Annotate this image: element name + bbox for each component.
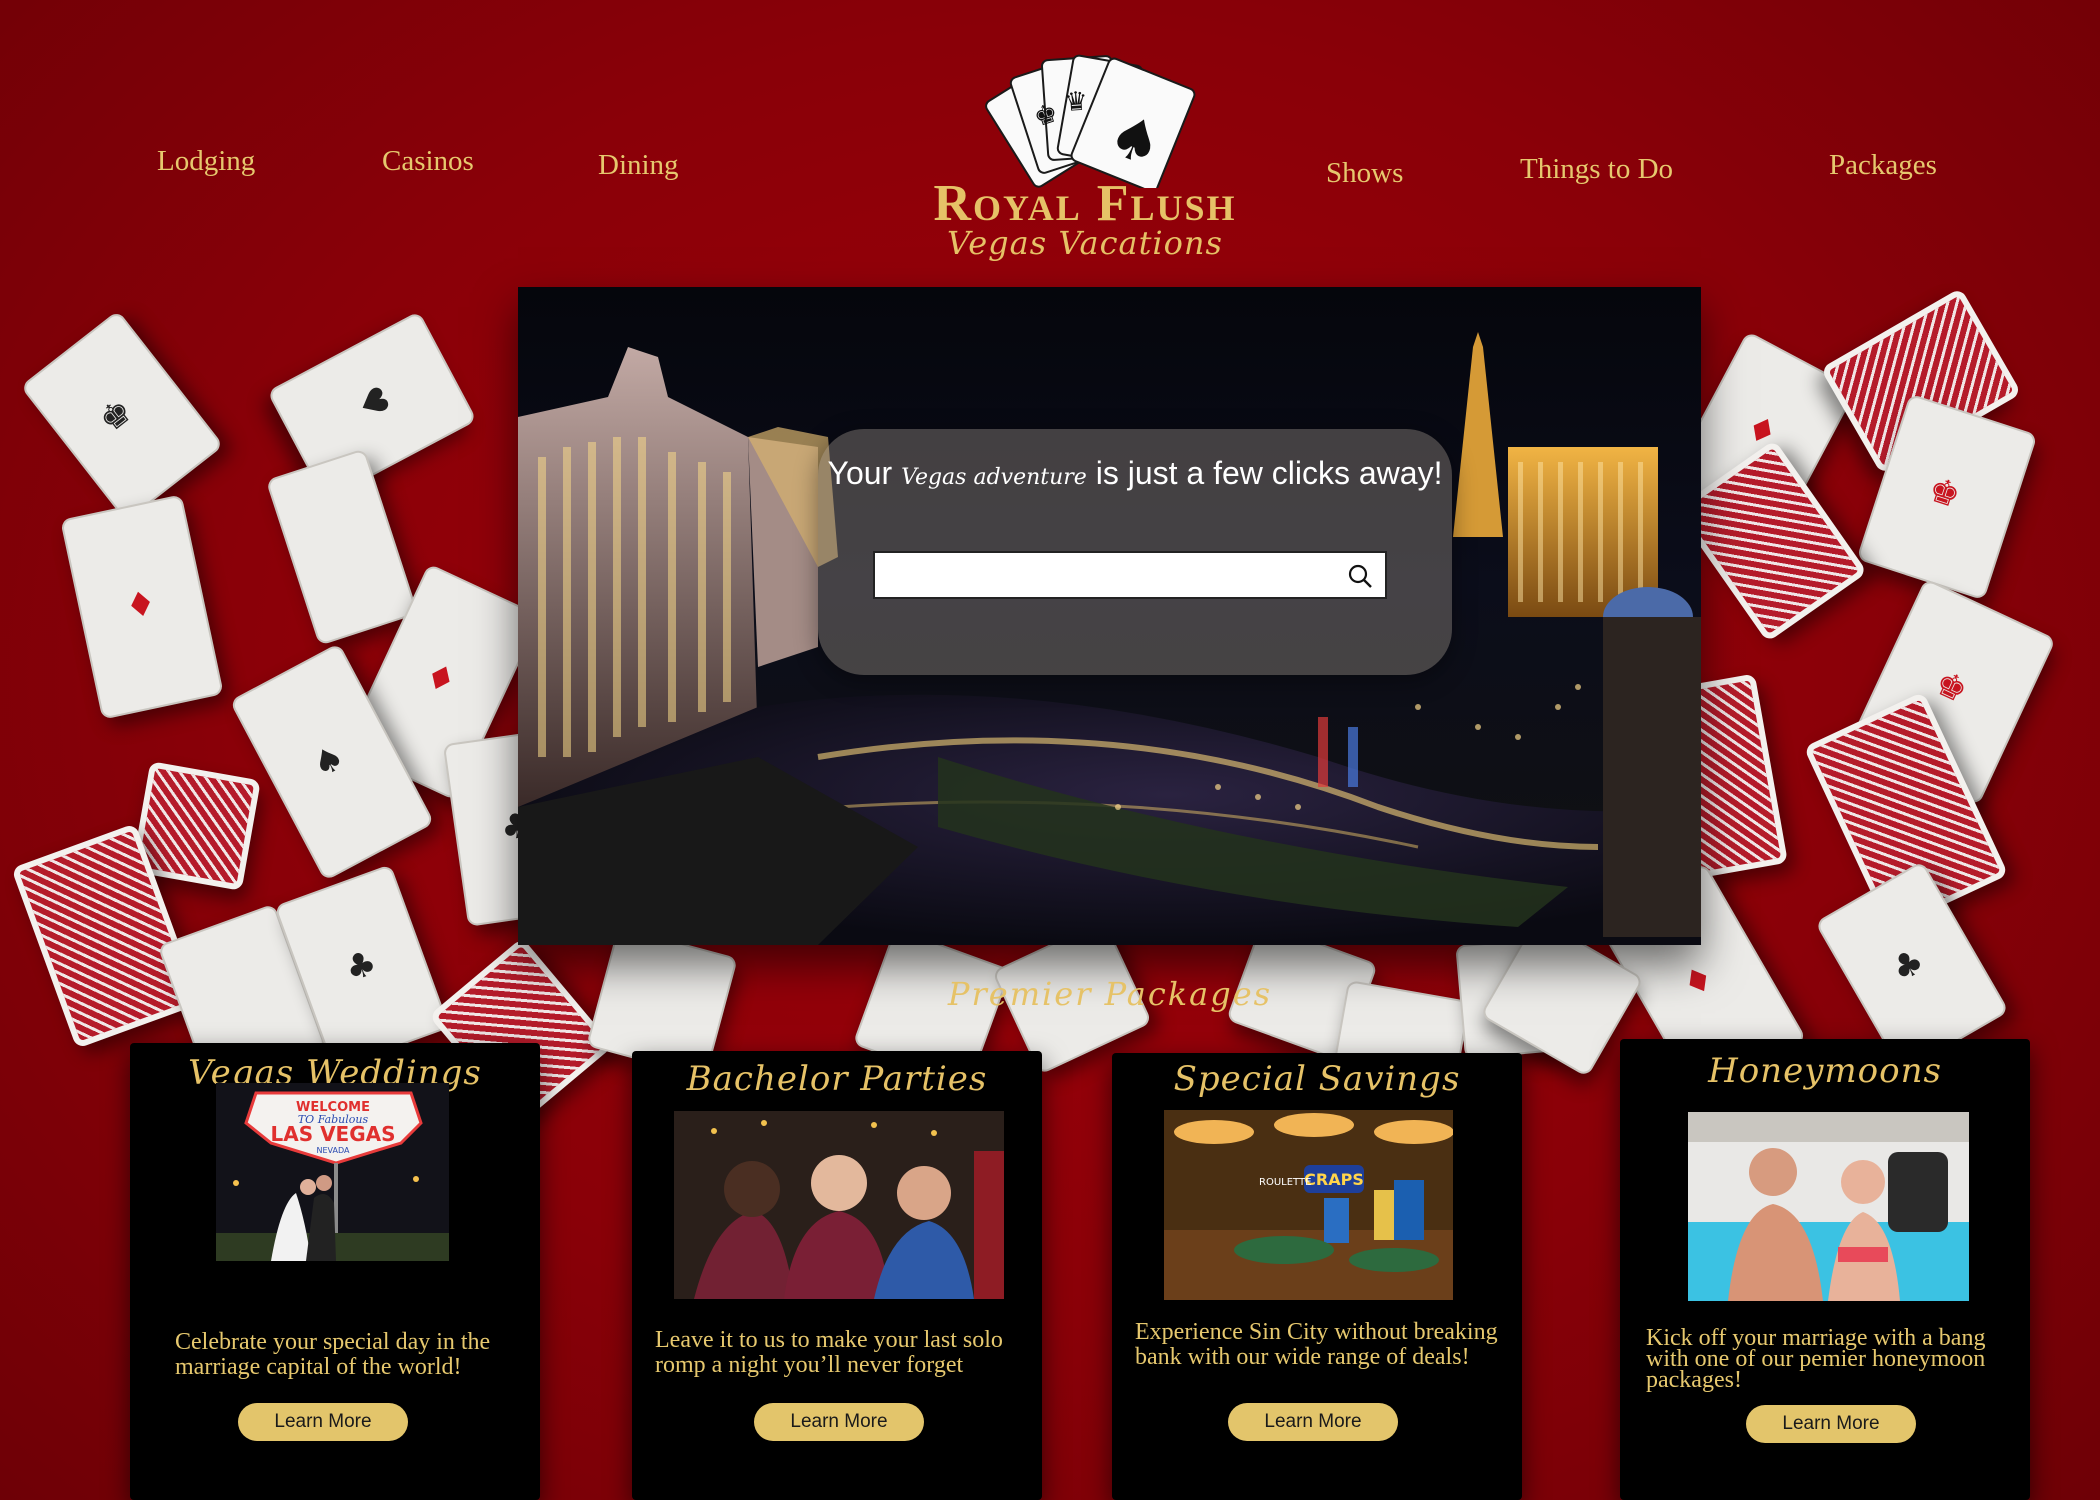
learn-more-button[interactable]: Learn More — [238, 1403, 408, 1441]
nav-packages[interactable]: Packages — [1829, 149, 1937, 182]
package-description: Leave it to us to make your last solo ro… — [655, 1327, 1003, 1378]
bachelor-photo-illustration — [674, 1111, 1004, 1299]
package-card-bachelor-parties: Bachelor Parties Leave it to us to make … — [632, 1051, 1042, 1500]
package-description: Experience Sin City without breaking ban… — [1135, 1319, 1498, 1370]
package-title: Special Savings — [1173, 1059, 1461, 1099]
package-image-honeymoon — [1688, 1112, 1969, 1301]
svg-text:♛: ♛ — [1064, 86, 1089, 118]
package-title: Honeymoons — [1708, 1051, 1942, 1091]
tagline-prefix: Your — [827, 455, 893, 491]
hero-banner: Your Vegas adventure is just a few click… — [518, 287, 1701, 945]
package-card-vegas-weddings: Vegas Weddings WELCOME TO Fabulous LAS V… — [130, 1043, 540, 1500]
svg-text:CRAPS: CRAPS — [1304, 1170, 1364, 1189]
package-image-bachelor — [674, 1111, 1004, 1299]
logo-subtitle: Vegas Vacations — [947, 224, 1223, 262]
nav-things-to-do[interactable]: Things to Do — [1520, 153, 1673, 186]
tagline-script: Vegas adventure — [901, 465, 1087, 490]
playing-card: ♦ — [60, 494, 224, 720]
hero-tagline: Your Vegas adventure is just a few click… — [818, 455, 1452, 492]
casino-photo-illustration: CRAPS ROULETTE — [1164, 1110, 1453, 1300]
nav-casinos[interactable]: Casinos — [382, 145, 474, 178]
wedding-photo-illustration: WELCOME TO Fabulous LAS VEGAS NEVADA — [216, 1083, 449, 1261]
package-title: Bachelor Parties — [686, 1059, 988, 1099]
learn-more-button[interactable]: Learn More — [1746, 1405, 1916, 1443]
search-icon[interactable] — [1347, 563, 1373, 589]
learn-more-button[interactable]: Learn More — [754, 1403, 924, 1441]
tagline-suffix: is just a few clicks away! — [1095, 455, 1443, 491]
search-input[interactable] — [879, 557, 1333, 595]
package-image-wedding: WELCOME TO Fabulous LAS VEGAS NEVADA — [216, 1083, 449, 1261]
playing-cards-logo-icon: ♠ ♚ ♛ — [985, 54, 1196, 188]
nav-lodging[interactable]: Lodging — [157, 145, 255, 178]
learn-more-button[interactable]: Learn More — [1228, 1403, 1398, 1441]
package-description: Kick off your marriage with a bang with … — [1646, 1325, 1986, 1393]
search-box — [873, 551, 1387, 599]
nav-shows[interactable]: Shows — [1326, 157, 1403, 190]
svg-text:LAS VEGAS: LAS VEGAS — [270, 1122, 395, 1146]
package-description: Celebrate your special day in the marria… — [175, 1329, 491, 1380]
svg-text:ROULETTE: ROULETTE — [1259, 1177, 1311, 1188]
section-title-premier-packages: Premier Packages — [947, 975, 1273, 1013]
nav-dining[interactable]: Dining — [598, 149, 679, 182]
svg-text:NEVADA: NEVADA — [317, 1146, 350, 1155]
playing-card — [265, 448, 419, 646]
honeymoon-photo-illustration — [1688, 1112, 1969, 1301]
search-panel: Your Vegas adventure is just a few click… — [818, 429, 1452, 675]
package-card-honeymoons: Honeymoons Kick off your marriage with a… — [1620, 1039, 2030, 1500]
site-logo[interactable]: ♠ ♚ ♛ Royal Flush Vegas Vacations — [905, 48, 1265, 278]
package-card-special-savings: Special Savings CRAPS ROULETTE Experienc… — [1112, 1053, 1522, 1500]
package-image-casino: CRAPS ROULETTE — [1164, 1110, 1453, 1300]
playing-card: ♚ — [20, 310, 224, 522]
